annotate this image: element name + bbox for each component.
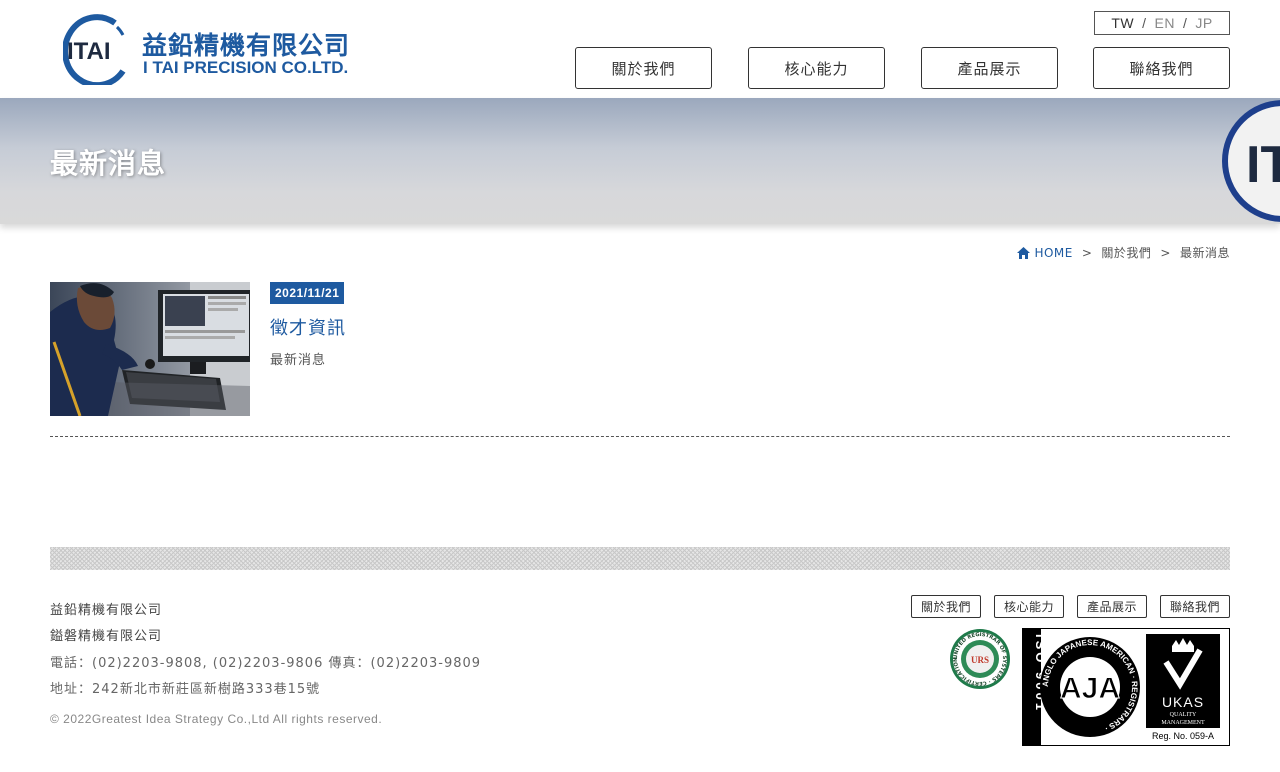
banner-logo-text: IT <box>1246 136 1280 194</box>
site-header: ITAI 益鉛精機有限公司 I TAI PRECISION CO.LTD. TW… <box>0 0 1280 98</box>
footer-address: 地址：242新北市新莊區新樹路333巷15號 <box>50 682 321 697</box>
footer-pattern-divider <box>50 547 1230 570</box>
company-name-zh: 益鉛精機有限公司 <box>142 31 351 60</box>
news-divider <box>50 436 1230 437</box>
home-icon <box>1017 246 1031 259</box>
ukas-sub-quality: QUALITY <box>1170 712 1197 718</box>
footer-nav-contact-us[interactable]: 聯絡我們 <box>1160 595 1230 618</box>
lang-separator: / <box>1182 15 1188 31</box>
footer-company-2: 鎰磐精機有限公司 <box>50 629 163 644</box>
news-title-link[interactable]: 徵才資訊 <box>270 314 346 340</box>
nav-core-capabilities[interactable]: 核心能力 <box>748 47 885 89</box>
breadcrumb-home[interactable]: HOME <box>1017 246 1072 260</box>
page-banner: 最新消息 IT <box>0 98 1280 224</box>
news-date-badge: 2021/11/21 <box>270 282 345 304</box>
footer-nav-products[interactable]: 產品展示 <box>1077 595 1147 618</box>
ukas-sub-management: MANAGEMENT <box>1161 720 1205 726</box>
lang-en-link[interactable]: EN <box>1154 15 1174 31</box>
language-switcher: TW / EN / JP <box>1094 11 1230 35</box>
lang-separator: / <box>1142 15 1147 31</box>
footer-copyright: © 2022Greatest Idea Strategy Co.,Ltd All… <box>50 712 383 726</box>
nav-contact-us[interactable]: 聯絡我們 <box>1093 47 1230 89</box>
breadcrumb-separator: > <box>1081 245 1093 260</box>
ukas-text: UKAS <box>1162 694 1204 710</box>
news-thumbnail-image <box>50 282 250 416</box>
news-category: 最新消息 <box>270 353 327 368</box>
logo-short-text: ITAI <box>67 38 111 65</box>
banner-logo-watermark: IT <box>1222 100 1280 222</box>
lang-jp-link[interactable]: JP <box>1195 15 1212 31</box>
nav-products[interactable]: 產品展示 <box>921 47 1058 89</box>
aja-center-text: AJA <box>1060 672 1120 705</box>
breadcrumb-current: 最新消息 <box>1179 246 1230 260</box>
itai-logo-icon: ITAI <box>63 14 126 85</box>
reg-no-text: Reg. No. 059-A <box>1152 731 1214 741</box>
footer-phone-fax: 電話：(02)2203-9808, (02)2203-9806 傳真：(02)2… <box>50 656 482 671</box>
urs-certification-seal: UNITED REGISTRAR OF SYSTEMS · CERTIFICAT… <box>948 627 1010 689</box>
footer-nav-about-us[interactable]: 關於我們 <box>911 595 981 618</box>
company-logo[interactable]: ITAI 益鉛精機有限公司 I TAI PRECISION CO.LTD. <box>63 13 363 87</box>
news-thumbnail[interactable] <box>50 282 250 416</box>
breadcrumb-about-us[interactable]: 關於我們 <box>1101 244 1151 261</box>
footer-company-1: 益鉛精機有限公司 <box>50 603 163 618</box>
company-name-en: I TAI PRECISION CO.LTD. <box>143 58 349 77</box>
breadcrumb-separator: > <box>1160 245 1171 260</box>
urs-center-text: URS <box>971 655 989 665</box>
footer-nav-core-capabilities[interactable]: 核心能力 <box>994 595 1064 618</box>
breadcrumb: HOME > 關於我們 > 最新消息 <box>1017 244 1230 261</box>
iso-aja-ukas-certification: ISO 9001 ANGLO JAPANESE AMERICAN · REGIS… <box>1022 628 1230 746</box>
page-title: 最新消息 <box>50 147 167 180</box>
breadcrumb-home-label: HOME <box>1034 245 1073 260</box>
nav-about-us[interactable]: 關於我們 <box>575 47 712 89</box>
lang-tw-link[interactable]: TW <box>1111 15 1134 31</box>
